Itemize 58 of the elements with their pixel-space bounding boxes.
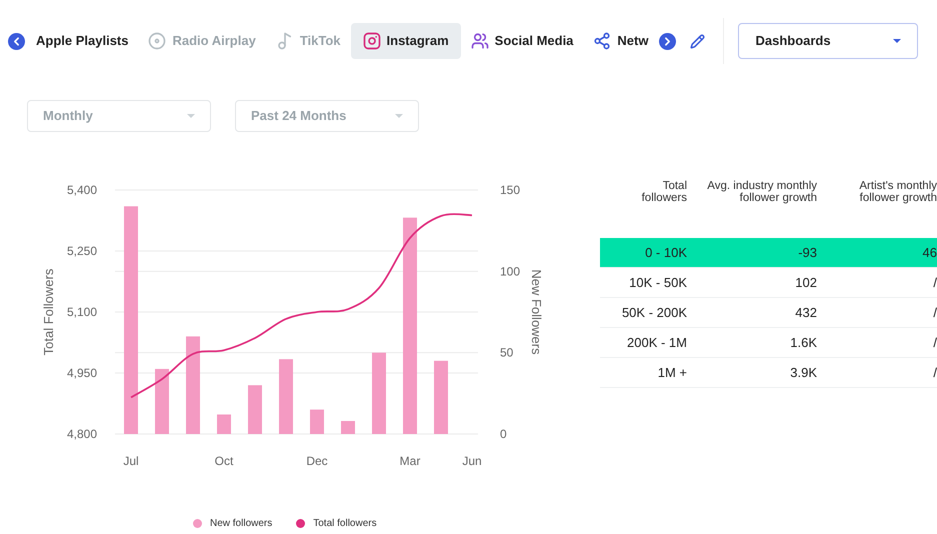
bar [310, 410, 324, 434]
tick-label: 150 [500, 183, 520, 197]
caret-icon [395, 114, 403, 118]
tab[interactable]: Social Media [460, 23, 584, 59]
axis-title: Total Followers [41, 268, 56, 356]
pencil-icon [690, 34, 706, 48]
table-cell-text: 46 [922, 244, 937, 262]
tick-label: Jun [462, 454, 482, 468]
tick-label: 0 [500, 427, 507, 441]
tab[interactable]: Instagram [350, 23, 461, 59]
caret-icon [893, 39, 902, 43]
table-cell-text: 0 - 10K [644, 244, 687, 262]
tick-label: 4,800 [66, 427, 97, 441]
tick-label: 50 [500, 346, 514, 360]
tick-label: Mar [400, 454, 420, 468]
bar [217, 414, 231, 434]
tab[interactable]: Apple Playlists [26, 23, 138, 59]
axis-title: New Followers [529, 269, 544, 355]
bar [155, 368, 169, 434]
tick-label: 4,950 [66, 366, 97, 380]
disc-icon [148, 32, 166, 50]
table-cell-text: 1M + [656, 364, 687, 382]
tick-label: 5,400 [66, 183, 97, 197]
column-header: Artist's monthly follower growth [858, 180, 937, 206]
legend-label: Total followers [313, 517, 377, 531]
table-cell-text: 1.6K [789, 334, 817, 352]
table-cell-text: 3.9K [789, 364, 817, 382]
tick-label: Oct [214, 454, 234, 468]
legend-label: New followers [210, 517, 272, 531]
scroll-left-button[interactable] [8, 32, 25, 50]
scroll-right-button[interactable] [659, 32, 676, 50]
camera-icon [362, 32, 381, 50]
bar [248, 385, 262, 434]
table-cell-text: 50K - 200K [620, 304, 687, 322]
caret-icon [187, 114, 195, 118]
table-cell-text: / [932, 364, 937, 382]
table-cell-text: 102 [794, 274, 817, 292]
bar [341, 420, 355, 434]
tab[interactable]: Netw [583, 23, 658, 59]
column-header: Avg. industry monthly follower growth [706, 180, 817, 206]
tick-label: 5,100 [66, 305, 97, 319]
table-cell-text: 432 [794, 304, 817, 322]
table-cell-text: 200K - 1M [626, 334, 687, 352]
table-cell-text: / [932, 334, 937, 352]
table-cell-text: / [932, 304, 937, 322]
music-note-icon [276, 32, 294, 50]
tick-label: 5,250 [66, 244, 97, 258]
share-icon [593, 32, 612, 50]
table-cell-text: 10K - 50K [628, 274, 687, 292]
dashboards-dropdown[interactable]: Dashboards [738, 23, 918, 59]
tick-label: Dec [306, 454, 328, 468]
column-header: Total followers [640, 180, 687, 206]
tick-label: Jul [123, 454, 139, 468]
tick-label: 100 [500, 264, 520, 278]
edit-button[interactable] [688, 32, 708, 50]
people-icon [470, 32, 489, 50]
table-cell-text: -93 [797, 244, 817, 262]
table-cell-text: / [932, 274, 937, 292]
